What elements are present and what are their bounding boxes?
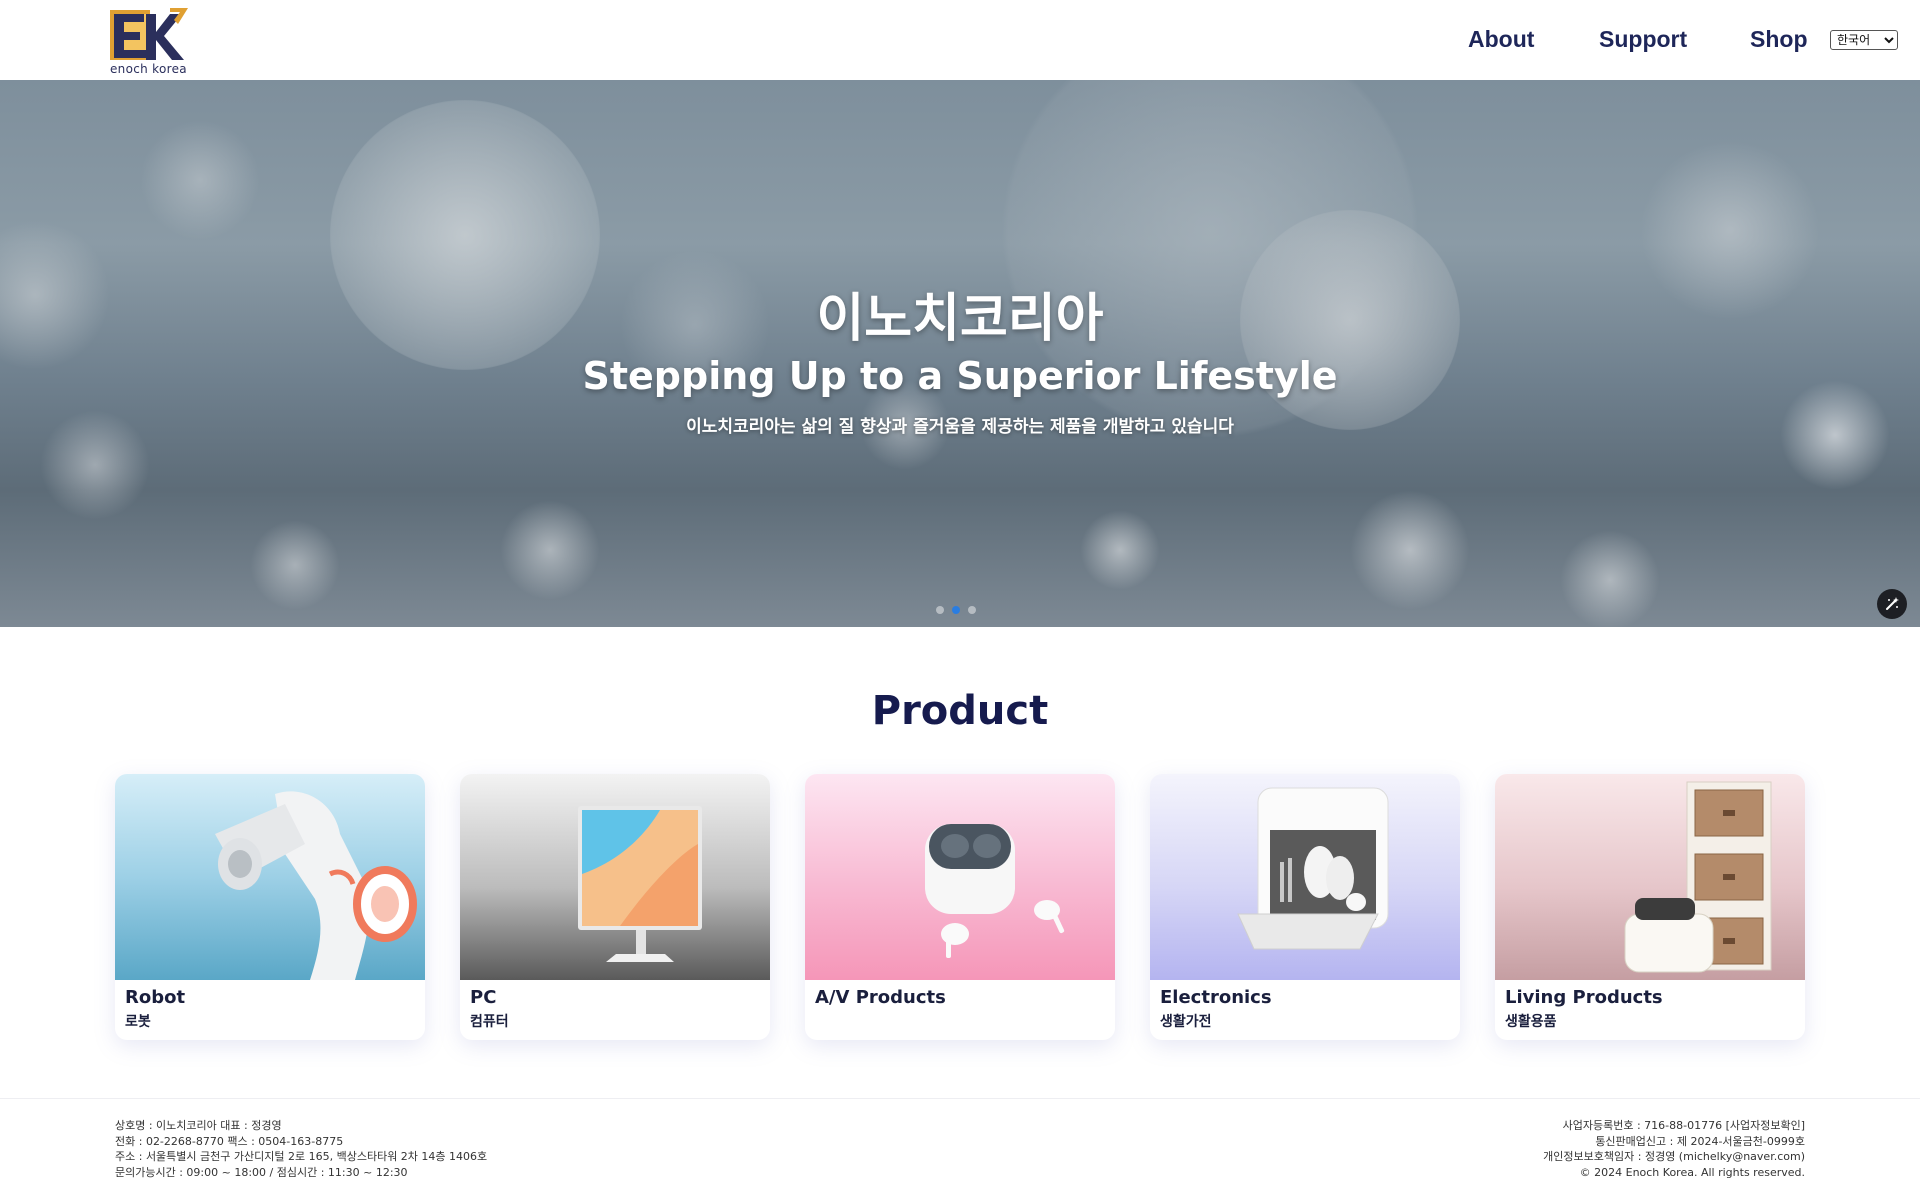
carousel-dots	[936, 606, 976, 614]
cabinet-icon	[1624, 781, 1772, 973]
living-image	[1495, 774, 1805, 980]
hero-title: 이노치코리아	[816, 289, 1104, 349]
language-select[interactable]: 한국어	[1830, 30, 1898, 50]
product-section-title: Product	[871, 688, 1049, 734]
nav-support[interactable]: Support	[1599, 26, 1687, 53]
robot-arm-icon	[215, 791, 417, 980]
footer-line-ecommerce: 통신판매업신고 : 제 2024-서울금천-0999호	[1595, 1134, 1805, 1148]
nav-about[interactable]: About	[1468, 26, 1534, 53]
card-title: A/V Products	[815, 987, 946, 1008]
av-image	[805, 774, 1115, 980]
nav-shop[interactable]: Shop	[1750, 26, 1808, 53]
product-card-robot[interactable]: Robot 로봇	[115, 774, 425, 1040]
magic-wand-icon	[1886, 597, 1899, 610]
pc-image	[460, 774, 770, 980]
site-header: enoch korea About Support Shop 한국어	[0, 0, 1920, 80]
footer-line-phone: 전화 : 02-2268-8770 팩스 : 0504-163-8775	[115, 1134, 344, 1148]
card-title: Electronics	[1160, 987, 1272, 1008]
card-subtitle: 생활용품	[1505, 1014, 1557, 1030]
product-card-av[interactable]: A/V Products	[805, 774, 1115, 1040]
footer-line-business-number[interactable]: 사업자등록번호 : 716-88-01776 [사업자정보확인]	[1543, 1118, 1805, 1134]
card-subtitle: 컴퓨터	[470, 1014, 509, 1030]
hero-description: 이노치코리아는 삶의 질 향상과 즐거움을 제공하는 제품을 개발하고 있습니다	[686, 417, 1234, 437]
footer-copyright: © 2024 Enoch Korea. All rights reserved.	[1579, 1165, 1805, 1179]
logo-text: enoch korea	[110, 62, 187, 76]
product-card-electronics[interactable]: Electronics 생활가전	[1150, 774, 1460, 1040]
bokeh-light	[250, 520, 340, 610]
hero-banner: 이노치코리아 Stepping Up to a Superior Lifesty…	[0, 80, 1920, 627]
card-subtitle: 생활가전	[1160, 1014, 1212, 1030]
card-title: Living Products	[1505, 987, 1663, 1008]
footer-divider	[0, 1098, 1920, 1099]
earbuds-icon	[925, 824, 1065, 958]
bokeh-light	[500, 500, 600, 600]
bokeh-light	[1080, 510, 1160, 590]
robot-image	[115, 774, 425, 980]
carousel-dot[interactable]	[968, 606, 976, 614]
footer-line-privacy: 개인정보보호책임자 : 정경영 (michelky@naver.com)	[1543, 1150, 1805, 1163]
enoch-korea-logo-icon	[110, 8, 188, 60]
electronics-image	[1150, 774, 1460, 980]
footer-line-company: 상호명 : 이노치코리아 대표 : 정경영	[115, 1119, 282, 1132]
monitor-icon	[578, 806, 702, 962]
product-card-pc[interactable]: PC 컴퓨터	[460, 774, 770, 1040]
card-subtitle: 로봇	[125, 1014, 151, 1030]
bokeh-light	[1350, 490, 1470, 610]
product-card-living[interactable]: Living Products 생활용품	[1495, 774, 1805, 1040]
bokeh-light	[1560, 530, 1660, 627]
carousel-dot[interactable]	[936, 606, 944, 614]
carousel-dot-active[interactable]	[952, 606, 960, 614]
footer-company-info: 상호명 : 이노치코리아 대표 : 정경영 전화 : 02-2268-8770 …	[115, 1118, 487, 1180]
card-title: Robot	[125, 987, 186, 1008]
footer-business-info: 사업자등록번호 : 716-88-01776 [사업자정보확인] 통신판매업신고…	[1543, 1118, 1805, 1180]
dishwasher-icon	[1237, 787, 1389, 950]
footer-line-hours: 문의가능시간 : 09:00 ~ 18:00 / 점심시간 : 11:30 ~ …	[115, 1165, 408, 1179]
bokeh-light	[140, 120, 260, 240]
magic-wand-button[interactable]	[1877, 589, 1907, 619]
hero-subtitle: Stepping Up to a Superior Lifestyle	[582, 354, 1338, 398]
footer-line-address: 주소 : 서울특별시 금천구 가산디지털 2로 165, 백상스타타워 2차 1…	[115, 1150, 488, 1163]
card-title: PC	[470, 987, 497, 1008]
